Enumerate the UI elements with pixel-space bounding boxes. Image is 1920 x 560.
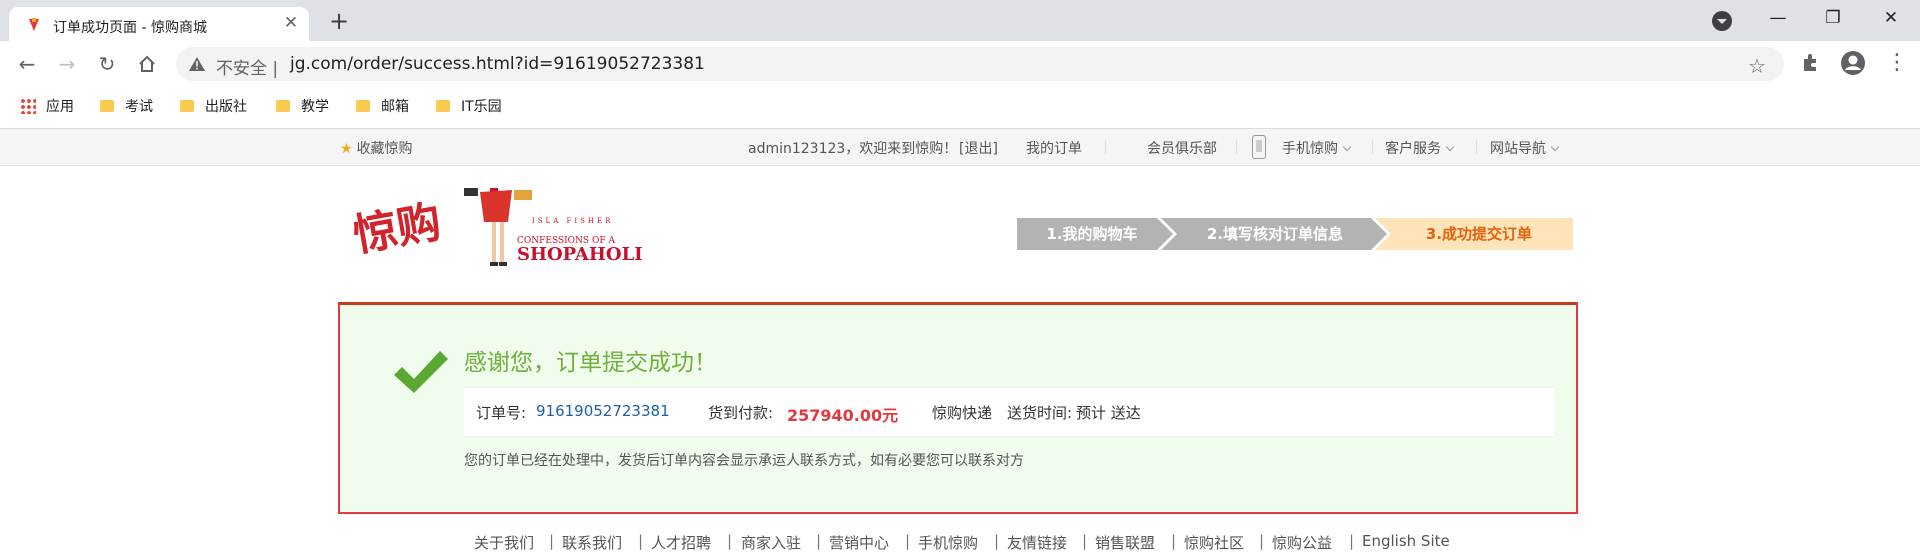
chevron-down-icon [1550,142,1560,152]
kebab-menu-icon[interactable]: ⋮ [1886,51,1908,75]
favorite-link[interactable]: ★ 收藏惊购 [340,138,413,158]
footer-link[interactable]: 惊购公益 [1272,532,1332,553]
logo-brand-text: 惊购 [352,197,445,263]
bookmark-folder[interactable]: 出版社 [180,96,247,120]
browser-tab[interactable]: 订单成功页面 - 惊购商城 ✕ [9,7,309,41]
logo-line1: ISLA FISHER [532,217,613,225]
tab-strip: 订单成功页面 - 惊购商城 ✕ + — ❐ ✕ [0,0,1920,41]
chevron-down-icon [1342,142,1352,152]
footer-separator: | [638,532,644,550]
new-tab-icon[interactable]: + [325,7,353,35]
window-close-icon[interactable]: ✕ [1876,6,1906,30]
footer-link[interactable]: English Site [1362,532,1450,550]
footer-separator: | [549,532,555,550]
browser-toolbar: ← → ↻ 不安全 | jg.com/order/success.html?id… [0,41,1920,88]
footer-link[interactable]: 联系我们 [562,532,622,553]
success-title: 感谢您，订单提交成功！ [464,350,717,376]
footer-separator: | [1349,532,1355,550]
url-text[interactable]: jg.com/order/success.html?id=91619052723… [290,54,705,74]
footer-separator: | [1259,532,1265,550]
site-favicon-icon [29,18,39,31]
footer-link[interactable]: 手机惊购 [918,532,978,553]
order-no-link[interactable]: 91619052723381 [536,402,670,420]
bookmark-folder[interactable]: 考试 [100,96,153,120]
bookmark-star-icon[interactable]: ☆ [1748,54,1766,78]
step-submit-success: 3.成功提交订单 [1425,225,1533,243]
tab-title: 订单成功页面 - 惊购商城 [53,20,207,36]
delivery-value: 预计 送达 [1076,404,1141,422]
address-bar[interactable]: 不安全 | jg.com/order/success.html?id=91619… [176,47,1784,81]
divider [1476,140,1477,154]
footer-separator: | [994,532,1000,550]
folder-icon [100,100,114,112]
folder-icon [356,100,370,112]
bookmark-apps[interactable]: 应用 [20,96,74,120]
site-nav-link[interactable]: 网站导航 [1490,138,1560,158]
apps-grid-icon [20,98,36,114]
footer-link[interactable]: 惊购社区 [1184,532,1244,553]
welcome-text: admin123123，欢迎来到惊购！ [748,141,958,157]
footer-link[interactable]: 友情链接 [1007,532,1067,553]
mobile-phone-icon [1252,135,1266,159]
my-orders-link[interactable]: 我的订单 [1026,138,1082,158]
reload-icon[interactable]: ↻ [93,50,121,78]
footer-separator: | [1171,532,1177,550]
service-link[interactable]: 客户服务 [1385,138,1455,158]
restore-icon[interactable]: ❐ [1818,6,1848,30]
footer-separator: | [1082,532,1088,550]
tab-close-icon[interactable]: ✕ [281,13,301,33]
order-amount: 257940.00元 [787,406,899,425]
bookmark-folder[interactable]: IT乐园 [436,96,502,120]
member-club-link[interactable]: 会员俱乐部 [1147,138,1217,158]
bookmarks-bar: 应用 考试 出版社 教学 邮箱 IT乐园 [0,88,1920,129]
home-icon[interactable] [133,50,161,78]
footer-link[interactable]: 销售联盟 [1095,532,1155,553]
extensions-puzzle-icon[interactable] [1800,51,1822,73]
logout-link[interactable]: [退出] [959,138,998,158]
site-logo[interactable]: 惊购 ISLA FISHER CONFESSIONS OF A SHOPAHOL… [352,188,642,268]
folder-icon [180,100,194,112]
folder-icon [276,100,290,112]
profile-avatar-icon[interactable] [1840,50,1866,76]
site-topbar: ★ 收藏惊购 admin123123，欢迎来到惊购！ [退出] 我的订单 会员俱乐… [0,129,1920,166]
order-no-label: 订单号: [476,404,527,422]
footer-link[interactable]: 营销中心 [829,532,889,553]
divider [1105,140,1106,154]
delivery-label: 送货时间: [1007,404,1073,422]
bookmark-folder[interactable]: 教学 [276,96,329,120]
footer-link[interactable]: 人才招聘 [651,532,711,553]
mobile-link[interactable]: 手机惊购 [1282,138,1352,158]
step-fill-order: 2.填写核对订单信息 [1206,225,1344,243]
footer-separator: | [727,532,733,550]
insecure-label: 不安全 | [216,59,279,79]
carrier-name: 惊购快递 [932,404,993,422]
processing-note: 您的订单已经在处理中，发货后订单内容会显示承运人联系方式，如有必要您可以联系对方 [464,453,1024,469]
minimize-icon[interactable]: — [1763,6,1793,30]
step-cart: 1.我的购物车 [1046,225,1138,243]
bookmark-folder[interactable]: 邮箱 [356,96,409,120]
tab-search-icon[interactable] [1712,11,1732,31]
logo-line3: SHOPAHOLIC [517,244,642,265]
footer-link[interactable]: 商家入驻 [741,532,801,553]
divider [1372,140,1373,154]
star-icon: ★ [340,141,353,157]
back-arrow-icon[interactable]: ← [13,50,41,78]
chevron-down-icon [1445,142,1455,152]
footer-separator: | [816,532,822,550]
divider [1236,140,1237,154]
footer-link[interactable]: 关于我们 [474,532,534,553]
payment-label: 货到付款: [708,404,774,422]
warning-icon [189,57,205,71]
footer-separator: | [905,532,911,550]
folder-icon [436,100,450,112]
forward-arrow-icon[interactable]: → [53,50,81,78]
checkmark-icon [394,351,448,393]
order-success-panel: 感谢您，订单提交成功！ 订单号: 91619052723381 货到付款: 25… [338,302,1578,514]
order-info-row: 订单号: 91619052723381 货到付款: 257940.00元 惊购快… [464,387,1554,437]
